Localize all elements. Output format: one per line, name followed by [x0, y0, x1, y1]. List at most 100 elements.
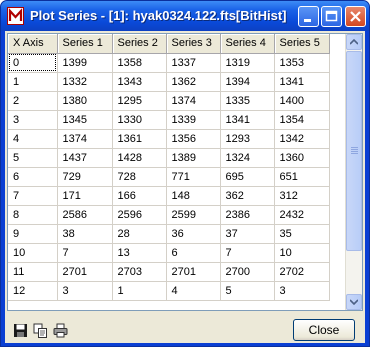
series-2-cell[interactable]: 2703 [112, 262, 167, 282]
x-axis-cell[interactable]: 2 [8, 91, 58, 111]
x-axis-cell[interactable]: 12 [8, 281, 58, 301]
series-4-cell[interactable]: 2386 [220, 205, 275, 225]
x-axis-cell[interactable]: 0 [8, 53, 58, 73]
series-1-cell[interactable]: 1332 [57, 72, 113, 92]
series-1-cell[interactable]: 729 [57, 167, 113, 187]
save-icon[interactable] [13, 323, 28, 338]
series-1-cell[interactable]: 1399 [57, 53, 113, 73]
series-5-cell[interactable]: 1400 [274, 91, 330, 111]
series-3-cell[interactable]: 36 [166, 224, 221, 244]
series-3-cell[interactable]: 1389 [166, 148, 221, 168]
series-5-cell[interactable]: 312 [274, 186, 330, 206]
x-axis-cell[interactable]: 10 [8, 243, 58, 263]
scroll-down-arrow-icon[interactable] [346, 294, 362, 310]
series-2-cell[interactable]: 1358 [112, 53, 167, 73]
scroll-up-arrow-icon[interactable] [346, 34, 362, 50]
series-4-cell[interactable]: 37 [220, 224, 275, 244]
series-3-cell[interactable]: 1337 [166, 53, 221, 73]
x-axis-cell[interactable]: 3 [8, 110, 58, 130]
column-header-series-4[interactable]: Series 4 [220, 34, 275, 54]
series-1-cell[interactable]: 3 [57, 281, 113, 301]
series-4-cell[interactable]: 5 [220, 281, 275, 301]
series-2-cell[interactable]: 1 [112, 281, 167, 301]
table-row[interactable]: 5 1437 1428 1389 1324 1360 [8, 148, 330, 168]
minimize-button[interactable] [298, 6, 319, 27]
series-2-cell[interactable]: 28 [112, 224, 167, 244]
column-header-series-3[interactable]: Series 3 [166, 34, 221, 54]
table-row[interactable]: 6 729 728 771 695 651 [8, 167, 330, 187]
column-header-series-1[interactable]: Series 1 [57, 34, 113, 54]
series-3-cell[interactable]: 1362 [166, 72, 221, 92]
x-axis-cell[interactable]: 11 [8, 262, 58, 282]
series-5-cell[interactable]: 1360 [274, 148, 330, 168]
table-row[interactable]: 12 3 1 4 5 3 [8, 281, 330, 301]
table-row[interactable]: 9 38 28 36 37 35 [8, 224, 330, 244]
close-button[interactable]: Close [293, 319, 355, 341]
series-3-cell[interactable]: 1356 [166, 129, 221, 149]
series-1-cell[interactable]: 38 [57, 224, 113, 244]
series-1-cell[interactable]: 1437 [57, 148, 113, 168]
series-1-cell[interactable]: 1380 [57, 91, 113, 111]
print-icon[interactable] [53, 323, 68, 338]
series-5-cell[interactable]: 2432 [274, 205, 330, 225]
vertical-scrollbar[interactable] [345, 34, 362, 310]
column-header-x-axis[interactable]: X Axis [8, 34, 58, 54]
series-4-cell[interactable]: 1324 [220, 148, 275, 168]
series-3-cell[interactable]: 148 [166, 186, 221, 206]
series-3-cell[interactable]: 1374 [166, 91, 221, 111]
x-axis-cell[interactable]: 1 [8, 72, 58, 92]
series-5-cell[interactable]: 3 [274, 281, 330, 301]
x-axis-cell[interactable]: 6 [8, 167, 58, 187]
series-2-cell[interactable]: 1330 [112, 110, 167, 130]
series-1-cell[interactable]: 7 [57, 243, 113, 263]
scrollbar-thumb[interactable] [346, 51, 362, 251]
series-5-cell[interactable]: 1353 [274, 53, 330, 73]
series-2-cell[interactable]: 728 [112, 167, 167, 187]
table-row[interactable]: 1 1332 1343 1362 1394 1341 [8, 72, 330, 92]
series-2-cell[interactable]: 2596 [112, 205, 167, 225]
series-3-cell[interactable]: 4 [166, 281, 221, 301]
x-axis-cell[interactable]: 4 [8, 129, 58, 149]
series-3-cell[interactable]: 1339 [166, 110, 221, 130]
data-grid[interactable]: X Axis Series 1 Series 2 Series 3 Series… [7, 33, 363, 311]
x-axis-cell[interactable]: 7 [8, 186, 58, 206]
series-3-cell[interactable]: 771 [166, 167, 221, 187]
x-axis-cell[interactable]: 8 [8, 205, 58, 225]
series-1-cell[interactable]: 1374 [57, 129, 113, 149]
series-1-cell[interactable]: 2701 [57, 262, 113, 282]
series-2-cell[interactable]: 1343 [112, 72, 167, 92]
series-1-cell[interactable]: 2586 [57, 205, 113, 225]
series-2-cell[interactable]: 1361 [112, 129, 167, 149]
series-4-cell[interactable]: 2700 [220, 262, 275, 282]
series-2-cell[interactable]: 13 [112, 243, 167, 263]
x-axis-cell[interactable]: 5 [8, 148, 58, 168]
series-3-cell[interactable]: 6 [166, 243, 221, 263]
copy-icon[interactable] [33, 323, 48, 338]
table-row[interactable]: 7 171 166 148 362 312 [8, 186, 330, 206]
series-4-cell[interactable]: 1319 [220, 53, 275, 73]
table-row[interactable]: 4 1374 1361 1356 1293 1342 [8, 129, 330, 149]
series-5-cell[interactable]: 1341 [274, 72, 330, 92]
series-4-cell[interactable]: 1335 [220, 91, 275, 111]
table-row[interactable]: 2 1380 1295 1374 1335 1400 [8, 91, 330, 111]
maximize-button[interactable] [321, 6, 342, 27]
title-bar[interactable]: Plot Series - [1]: hyak0324.122.fts[BitH… [1, 1, 369, 31]
series-4-cell[interactable]: 1293 [220, 129, 275, 149]
series-2-cell[interactable]: 1295 [112, 91, 167, 111]
series-5-cell[interactable]: 35 [274, 224, 330, 244]
column-header-series-2[interactable]: Series 2 [112, 34, 167, 54]
series-2-cell[interactable]: 1428 [112, 148, 167, 168]
series-4-cell[interactable]: 7 [220, 243, 275, 263]
table-row[interactable]: 8 2586 2596 2599 2386 2432 [8, 205, 330, 225]
series-1-cell[interactable]: 1345 [57, 110, 113, 130]
series-4-cell[interactable]: 362 [220, 186, 275, 206]
series-1-cell[interactable]: 171 [57, 186, 113, 206]
x-axis-cell[interactable]: 9 [8, 224, 58, 244]
series-3-cell[interactable]: 2701 [166, 262, 221, 282]
series-5-cell[interactable]: 2702 [274, 262, 330, 282]
series-4-cell[interactable]: 695 [220, 167, 275, 187]
table-row[interactable]: 3 1345 1330 1339 1341 1354 [8, 110, 330, 130]
series-5-cell[interactable]: 651 [274, 167, 330, 187]
series-2-cell[interactable]: 166 [112, 186, 167, 206]
table-row[interactable]: 10 7 13 6 7 10 [8, 243, 330, 263]
